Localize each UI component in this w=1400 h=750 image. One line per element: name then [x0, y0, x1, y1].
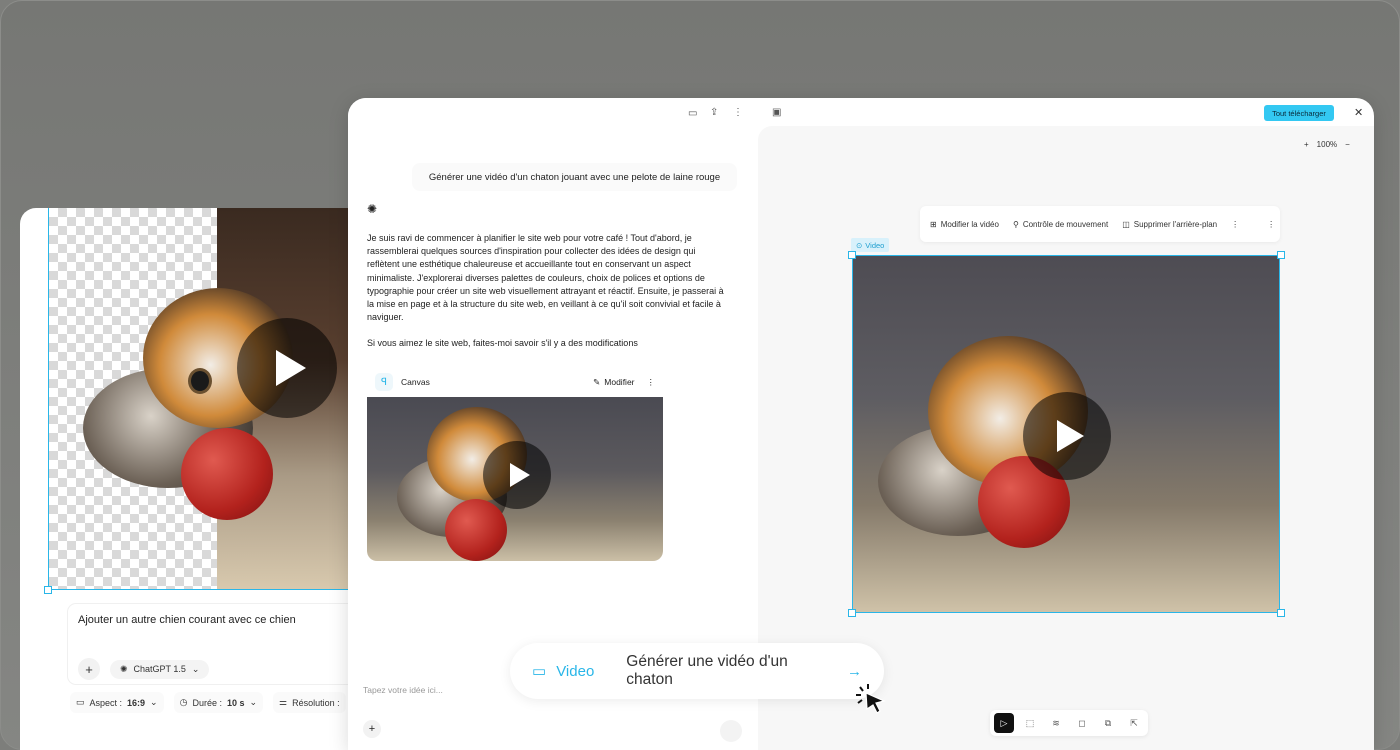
motion-control-button[interactable]: ⚲ Contrôle de mouvement [1013, 220, 1108, 229]
download-all-button[interactable]: Tout télécharger [1264, 105, 1334, 121]
chat-input[interactable]: Tapez votre idée ici... [363, 685, 443, 695]
duration-option[interactable]: ◷ Durée : 10 s ⌄ [173, 692, 264, 713]
canvas-video-thumbnail[interactable] [367, 397, 663, 561]
remove-background-button[interactable]: ◫ Supprimer l'arrière-plan [1122, 220, 1217, 229]
video-badge-label: Video [865, 240, 885, 250]
play-icon [1057, 420, 1084, 452]
user-message: Générer une vidéo d'un chaton jouant ave… [412, 163, 737, 191]
model-label: ChatGPT 1.5 [133, 664, 186, 674]
add-attachment-button[interactable]: + [363, 720, 381, 738]
edit-video-label: Modifier la vidéo [940, 219, 999, 229]
floating-prompt-pill[interactable]: ▭ Video Générer une vidéo d'un chaton → [510, 643, 884, 699]
resize-handle[interactable] [44, 586, 52, 594]
canvas-video[interactable] [852, 255, 1280, 613]
resize-handle[interactable] [1277, 609, 1285, 617]
sidebar-toggle-icon[interactable]: ▣ [772, 107, 781, 118]
assistant-message: Je suis ravi de commencer à planifier le… [367, 232, 727, 351]
duration-value: 10 s [226, 697, 245, 708]
add-button[interactable]: + [78, 658, 100, 680]
video-camera-icon: ▭ [532, 663, 547, 680]
resize-handle[interactable] [1277, 251, 1285, 259]
user-message-text: Générer une vidéo d'un chaton jouant ave… [428, 171, 721, 183]
play-button[interactable] [483, 441, 551, 509]
assistant-logo-icon: ✺ [367, 202, 378, 216]
model-selector[interactable]: ✺ ChatGPT 1.5 ⌄ [110, 659, 210, 679]
export-tool-icon[interactable]: ⇱ [1124, 713, 1144, 733]
prompt-mode-label: Video [556, 662, 595, 680]
model-icon: ✺ [120, 663, 128, 674]
zoom-control: + 100% − [1304, 140, 1350, 149]
clock-icon: ◷ [179, 697, 188, 707]
edit-video-icon: ⊞ [930, 219, 937, 229]
chat-input-placeholder: Tapez votre idée ici... [363, 685, 443, 695]
canvas-label: Canvas [401, 377, 430, 387]
canvas-attachment-card[interactable]: ꟼ Canvas ✎ Modifier ⋮ [367, 368, 663, 562]
more-icon[interactable]: ⋮ [1231, 220, 1239, 229]
resolution-option[interactable]: ⚌ Résolution : [273, 692, 346, 713]
duration-label: Durée : [192, 697, 222, 708]
share-icon[interactable]: ⇪ [710, 107, 718, 118]
resize-handle[interactable] [848, 609, 856, 617]
chevron-down-icon: ⌄ [191, 663, 200, 674]
canvas-logo-icon: ꟼ [375, 373, 393, 391]
zoom-out-icon[interactable]: − [1345, 140, 1350, 149]
motion-icon: ⚲ [1012, 219, 1019, 229]
modify-button[interactable]: ✎ Modifier [593, 377, 634, 388]
assistant-paragraph: Je suis ravi de commencer à planifier le… [367, 233, 724, 323]
more-icon[interactable]: ⋮ [647, 377, 656, 388]
image-edit-tool-icon[interactable]: ⧉ [1098, 713, 1118, 733]
left-prompt-text: Ajouter un autre chien courant avec ce c… [78, 614, 296, 626]
arrow-right-icon[interactable]: → [847, 663, 862, 680]
motion-control-label: Contrôle de mouvement [1022, 219, 1109, 229]
edit-video-button[interactable]: ⊞ Modifier la vidéo [930, 220, 999, 229]
aspect-label: Aspect : [89, 697, 123, 708]
aspect-icon: ▭ [76, 697, 85, 707]
play-button[interactable] [1023, 392, 1111, 480]
play-button[interactable] [237, 318, 337, 418]
zoom-level: 100% [1316, 140, 1338, 149]
kitten-image [868, 326, 1168, 606]
video-icon: ⊙ [856, 240, 863, 250]
aspect-value: 16:9 [127, 697, 146, 708]
zoom-in-icon[interactable]: + [1304, 140, 1309, 149]
aspect-option[interactable]: ▭ Aspect : 16:9 ⌄ [70, 692, 164, 713]
play-icon [276, 350, 306, 386]
assistant-paragraph: Si vous aimez le site web, faites-moi sa… [367, 338, 638, 349]
left-prompt-tools: + ✺ ChatGPT 1.5 ⌄ [78, 658, 210, 680]
modify-label: Modifier [604, 377, 635, 387]
cursor-click-icon [856, 684, 886, 714]
box-tool-icon[interactable]: ⬚ [1020, 713, 1040, 733]
layers-tool-icon[interactable]: ≋ [1046, 713, 1066, 733]
resize-handle[interactable] [848, 251, 856, 259]
edit-icon: ✎ [593, 376, 601, 387]
close-icon[interactable]: ✕ [1354, 106, 1363, 119]
prompt-text: Générer une vidéo d'un chaton [626, 653, 788, 688]
frame-tool-icon[interactable]: ◻ [1072, 713, 1092, 733]
left-media-preview[interactable] [48, 208, 360, 590]
more-icon[interactable]: ⋮ [1267, 220, 1275, 229]
canvas-toolbar: ⊞ Modifier la vidéo ⚲ Contrôle de mouvem… [920, 206, 1280, 242]
send-button[interactable] [720, 720, 742, 742]
left-options-bar: ▭ Aspect : 16:9 ⌄ ◷ Durée : 10 s ⌄ ⚌ Rés… [70, 692, 346, 713]
chevron-down-icon: ⌄ [150, 697, 158, 707]
folder-icon[interactable]: ▭ [688, 108, 697, 119]
left-editor-card: Ajouter un autre chien courant avec ce c… [20, 208, 360, 750]
select-tool-icon[interactable]: ▷ [994, 713, 1014, 733]
more-icon[interactable]: ⋮ [733, 107, 743, 118]
chevron-down-icon: ⌄ [249, 697, 258, 707]
resolution-label: Résolution : [292, 697, 340, 708]
video-badge: ⊙ Video [851, 238, 890, 252]
canvas-bottom-toolbar: ▷ ⬚ ≋ ◻ ⧉ ⇱ [990, 710, 1148, 736]
remove-background-label: Supprimer l'arrière-plan [1133, 219, 1218, 229]
download-all-label: Tout télécharger [1272, 108, 1326, 118]
canvas-card-header: ꟼ Canvas ✎ Modifier ⋮ [367, 368, 663, 396]
play-icon [509, 463, 530, 487]
sliders-icon: ⚌ [279, 697, 288, 707]
layers-icon: ◫ [1122, 219, 1130, 229]
